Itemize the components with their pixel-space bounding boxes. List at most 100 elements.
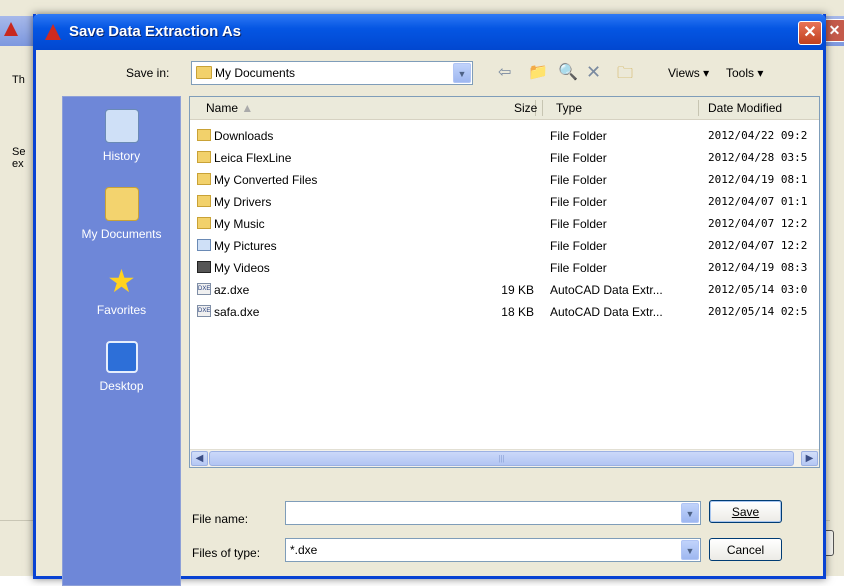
search-web-icon[interactable]: 🔍 (558, 62, 578, 86)
list-item[interactable]: Leica FlexLine File Folder 2012/04/28 03… (190, 148, 819, 170)
tools-menu[interactable]: Tools ▾ (726, 66, 763, 80)
history-icon (104, 109, 139, 143)
scroll-thumb[interactable]: ||| (209, 451, 794, 466)
new-folder-icon[interactable]: 🗀 (617, 62, 633, 86)
save-dialog: Save Data Extraction As ✕ Save in: My Do… (33, 14, 826, 586)
save-button[interactable]: Save (709, 500, 782, 523)
file-type: File Folder (550, 195, 607, 209)
column-name[interactable]: Name ▲ (206, 101, 253, 115)
folder-icon (197, 129, 211, 141)
list-item[interactable]: DXE safa.dxe 18 KB AutoCAD Data Extr... … (190, 302, 819, 324)
list-item[interactable]: My Pictures File Folder 2012/04/07 12:2 (190, 236, 819, 258)
list-item[interactable]: My Drivers File Folder 2012/04/07 01:1 (190, 192, 819, 214)
place-my-documents[interactable]: My Documents (63, 187, 180, 241)
file-date: 2012/04/19 08:3 (708, 261, 808, 274)
horizontal-scrollbar[interactable]: ◀ ||| ▶ (190, 449, 819, 467)
file-name: My Converted Files (214, 173, 318, 187)
pictures-folder-icon (197, 239, 211, 251)
file-size: 19 KB (501, 283, 534, 297)
place-label: Desktop (99, 379, 144, 393)
views-menu[interactable]: Views ▾ (668, 66, 709, 80)
scroll-right-icon[interactable]: ▶ (801, 451, 818, 466)
save-in-value: My Documents (215, 66, 296, 80)
tools-label: Tools (726, 66, 755, 80)
chevron-down-icon[interactable]: ▼ (681, 540, 699, 560)
file-list[interactable]: Name ▲ Size Type Date Modified Downloads… (189, 96, 820, 468)
up-folder-icon[interactable]: 📁 (528, 62, 548, 86)
save-button-label: Save (731, 505, 760, 519)
my-documents-icon (104, 187, 139, 221)
music-folder-icon (197, 217, 211, 229)
file-name-input[interactable]: ▼ (285, 501, 701, 525)
file-name: My Drivers (214, 195, 272, 209)
place-label: Favorites (96, 303, 147, 317)
column-size[interactable]: Size (514, 101, 537, 115)
chevron-down-icon[interactable]: ▼ (681, 503, 699, 523)
place-favorites[interactable]: ★ Favorites (63, 265, 180, 317)
close-icon[interactable]: ✕ (798, 21, 822, 45)
sort-up-icon: ▲ (241, 101, 254, 115)
file-type: File Folder (550, 173, 607, 187)
dxe-file-icon: DXE (197, 305, 211, 317)
list-item[interactable]: My Converted Files File Folder 2012/04/1… (190, 170, 819, 192)
place-label: My Documents (81, 227, 162, 241)
column-date[interactable]: Date Modified (708, 101, 782, 115)
file-name: My Music (214, 217, 265, 231)
chevron-down-icon[interactable]: ▼ (453, 63, 471, 83)
file-date: 2012/04/28 03:5 (708, 151, 808, 164)
file-date: 2012/04/07 12:2 (708, 239, 808, 252)
list-item[interactable]: My Videos File Folder 2012/04/19 08:3 (190, 258, 819, 280)
desktop-icon (105, 341, 138, 373)
background-text: ex (12, 158, 24, 170)
file-date: 2012/04/07 01:1 (708, 195, 808, 208)
scroll-left-icon[interactable]: ◀ (191, 451, 208, 466)
column-divider[interactable] (698, 100, 699, 116)
file-date: 2012/05/14 02:5 (708, 305, 808, 318)
list-item[interactable]: DXE az.dxe 19 KB AutoCAD Data Extr... 20… (190, 280, 819, 302)
place-label: History (102, 149, 141, 163)
background-text: Se (12, 146, 26, 158)
column-name-label: Name (206, 101, 239, 115)
file-type: File Folder (550, 217, 607, 231)
list-header: Name ▲ Size Type Date Modified (190, 97, 819, 120)
file-name: Leica FlexLine (214, 151, 292, 165)
back-arrow-icon[interactable]: ⇦ (498, 62, 511, 86)
files-of-type-dropdown[interactable]: *.dxe ▼ (285, 538, 701, 562)
file-type: File Folder (550, 129, 607, 143)
dialog-title: Save Data Extraction As (69, 23, 242, 40)
file-name: Downloads (214, 129, 274, 143)
file-type: File Folder (550, 239, 607, 253)
place-history[interactable]: History (63, 109, 180, 163)
file-type: AutoCAD Data Extr... (550, 283, 663, 297)
file-name: az.dxe (214, 283, 250, 297)
dxe-file-icon: DXE (197, 283, 211, 295)
background-close-icon[interactable]: ✕ (823, 19, 844, 42)
file-name-label: File name: (192, 512, 249, 526)
save-in-label: Save in: (126, 66, 170, 80)
folder-icon (197, 173, 211, 185)
column-type[interactable]: Type (556, 101, 582, 115)
list-item[interactable]: Downloads File Folder 2012/04/22 09:2 (190, 126, 819, 148)
file-date: 2012/04/22 09:2 (708, 129, 808, 142)
delete-icon[interactable]: ✕ (586, 62, 601, 86)
place-desktop[interactable]: Desktop (63, 341, 180, 393)
save-in-dropdown[interactable]: My Documents ▼ (191, 61, 473, 85)
favorites-star-icon: ★ (107, 263, 136, 299)
dialog-title-bar: Save Data Extraction As ✕ (33, 14, 826, 50)
file-name: My Pictures (214, 239, 277, 253)
folder-icon (196, 66, 212, 79)
column-divider[interactable] (542, 100, 543, 116)
file-type: File Folder (550, 261, 607, 275)
list-item[interactable]: My Music File Folder 2012/04/07 12:2 (190, 214, 819, 236)
places-bar: History My Documents ★ Favorites Desktop (62, 96, 181, 586)
file-date: 2012/05/14 03:0 (708, 283, 808, 296)
folder-icon (197, 151, 211, 163)
background-text: Th (12, 74, 25, 86)
autocad-title-icon (45, 24, 61, 40)
files-of-type-label: Files of type: (192, 546, 261, 560)
file-name: safa.dxe (214, 305, 260, 319)
folder-icon (197, 195, 211, 207)
views-label: Views (668, 66, 700, 80)
cancel-button[interactable]: Cancel (709, 538, 782, 561)
files-of-type-value: *.dxe (290, 543, 318, 557)
